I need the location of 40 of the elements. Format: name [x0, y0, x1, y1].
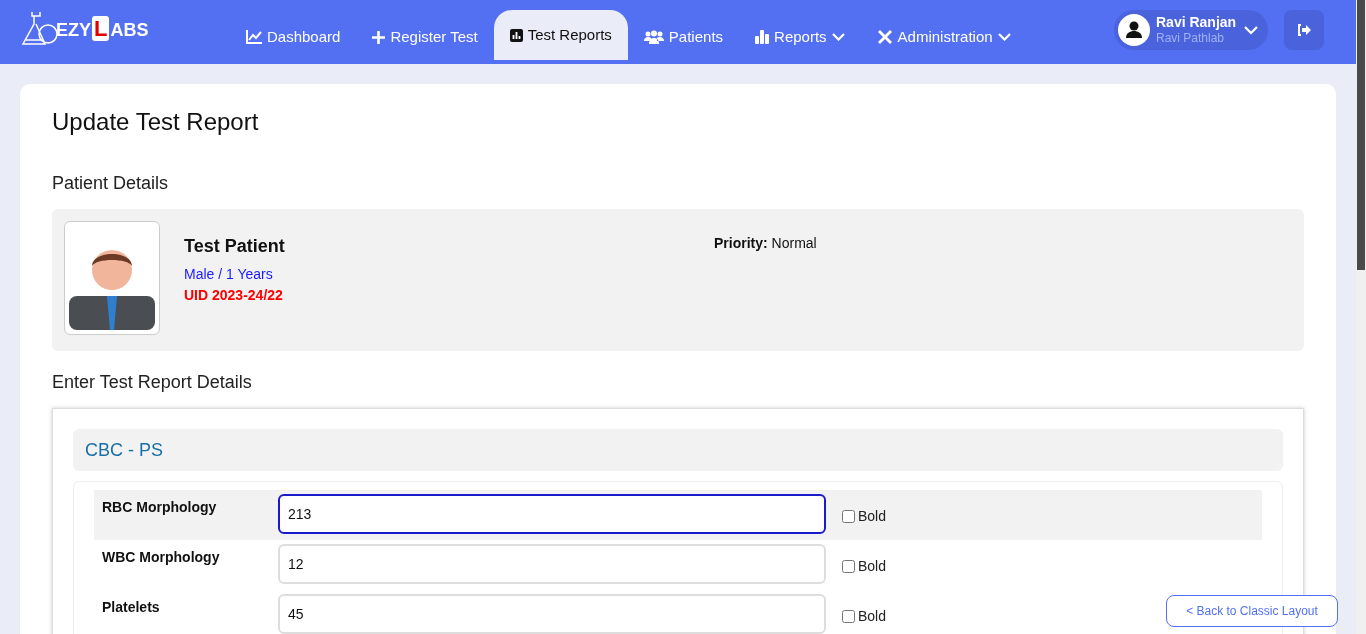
checkbox-label: Bold [858, 607, 887, 626]
chevron-down-icon [1244, 25, 1258, 35]
nav-tab[interactable]: Register Test [356, 10, 494, 64]
checkbox-label: Bold [858, 557, 887, 576]
test-name-header: CBC - PS [73, 429, 1283, 471]
input-field[interactable]: 12 [278, 544, 826, 584]
user-name: Ravi Ranjan [1156, 13, 1237, 32]
checkbox-label: Bold [858, 507, 887, 526]
input-field[interactable]: 213 [278, 494, 826, 534]
bar-chart-icon [755, 30, 770, 44]
logout-icon [1296, 23, 1312, 37]
nav-tab[interactable]: Reports [739, 10, 861, 64]
logo[interactable]: EZY L ABS [20, 10, 149, 48]
page-title: Update Test Report [52, 107, 260, 137]
field-label: WBC Morphology [102, 548, 221, 567]
field-label: RBC Morphology [102, 498, 218, 517]
bar-chart-icon [509, 28, 523, 42]
input-field[interactable]: 45 [278, 594, 826, 634]
back-to-classic-layout-link[interactable]: < Back to Classic Layout [1166, 595, 1338, 627]
line-chart-icon [246, 30, 262, 44]
priority-text: Priority: Normal [714, 234, 817, 253]
bold-checkbox[interactable] [842, 560, 855, 573]
patient-uid: UID 2023-24/22 [184, 286, 284, 305]
user-menu[interactable]: Ravi Ranjan Ravi Pathlab [1114, 10, 1268, 50]
section-title: Patient Details [52, 172, 170, 195]
bold-checkbox[interactable] [842, 610, 855, 623]
lab-name: Ravi Pathlab [1156, 31, 1226, 47]
patient-name: Test Patient [184, 235, 286, 258]
nav-tab[interactable]: Administration [860, 10, 1027, 64]
nav-tab[interactable]: Patients [627, 10, 740, 64]
user-avatar-icon [1118, 14, 1150, 46]
plus-icon [372, 30, 386, 44]
patient-gender-age: Male / 1 Years [184, 265, 274, 284]
users-icon [643, 30, 664, 44]
field-label: Platelets [102, 598, 161, 617]
section-title: Enter Test Report Details [52, 371, 253, 394]
logout-button[interactable] [1284, 10, 1324, 50]
scrollbar[interactable] [1356, 0, 1366, 634]
nav-tab[interactable]: Dashboard [230, 10, 357, 64]
bold-checkbox[interactable] [842, 510, 855, 523]
